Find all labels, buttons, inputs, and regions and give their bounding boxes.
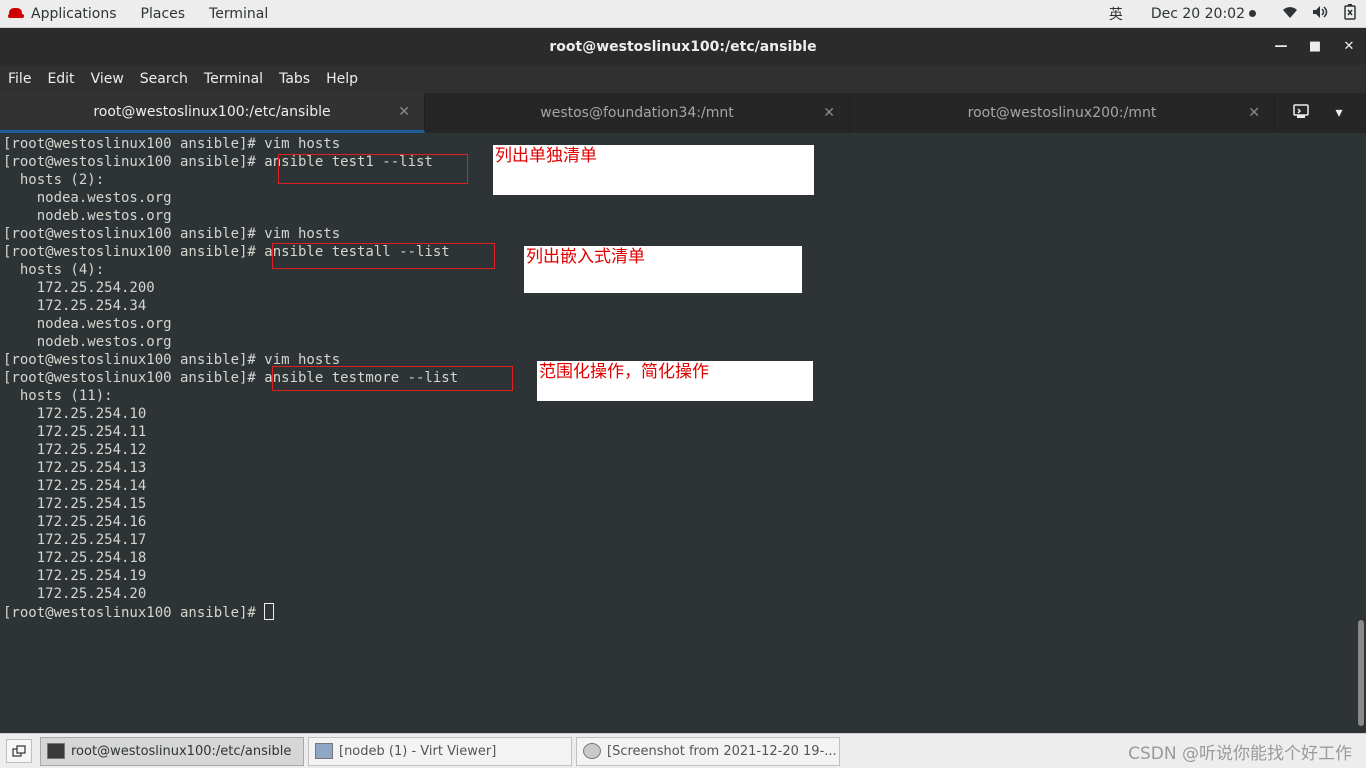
terminal-line: 172.25.254.12 (3, 442, 147, 458)
tab-close-icon[interactable]: ✕ (823, 105, 835, 121)
menu-edit[interactable]: Edit (39, 71, 82, 87)
terminal-line: nodeb.westos.org (3, 208, 172, 224)
terminal-output[interactable]: [root@westoslinux100 ansible]# vim hosts… (0, 133, 1366, 733)
tab-label: root@westoslinux100:/etc/ansible (93, 103, 331, 120)
battery-icon[interactable] (1344, 3, 1356, 24)
menu-tabs[interactable]: Tabs (271, 71, 318, 87)
image-viewer-icon (583, 743, 601, 759)
terminal-line: 172.25.254.19 (3, 568, 147, 584)
taskbar-item-screenshot[interactable]: [Screenshot from 2021-12-20 19-... (576, 736, 840, 766)
applications-label: Applications (31, 5, 117, 22)
notification-dot-icon (1249, 10, 1256, 17)
terminal-cursor (264, 603, 275, 620)
maximize-button[interactable]: ■ (1298, 39, 1332, 54)
close-window-button[interactable]: ✕ (1332, 39, 1366, 54)
window-title: root@westoslinux100:/etc/ansible (549, 38, 817, 55)
terminal-prompt: [root@westoslinux100 ansible]# (3, 605, 265, 621)
terminal-line: nodeb.westos.org (3, 334, 172, 350)
redhat-logo-icon (8, 7, 24, 20)
minimize-button[interactable]: — (1264, 39, 1298, 54)
clock[interactable]: Dec 20 20:02 (1151, 6, 1256, 22)
terminal-line: 172.25.254.11 (3, 424, 147, 440)
tab-label: westos@foundation34:/mnt (540, 105, 734, 121)
highlight-box-testall (272, 243, 495, 269)
clock-text: Dec 20 20:02 (1150, 5, 1245, 22)
terminal-prompt-line[interactable]: [root@westoslinux100 ansible]# (3, 603, 1366, 621)
monitor-icon (315, 743, 333, 759)
terminal-line: nodea.westos.org (3, 316, 172, 332)
terminal-line: 172.25.254.34 (3, 298, 147, 314)
tab-close-icon[interactable]: ✕ (1248, 105, 1260, 121)
tabs-dropdown-chevron-down-icon[interactable]: ▾ (1320, 105, 1358, 121)
places-menu[interactable]: Places (129, 6, 198, 22)
terminal-scrollbar[interactable] (1358, 620, 1364, 726)
gnome-top-bar: Applications Places Terminal 英 Dec 20 20… (0, 0, 1366, 28)
terminal-app-icon (47, 743, 65, 759)
window-title-bar[interactable]: root@westoslinux100:/etc/ansible — ■ ✕ (0, 28, 1366, 65)
tab-bar: root@westoslinux100:/etc/ansible ✕ westo… (0, 93, 1366, 133)
taskbar-item-label: [nodeb (1) - Virt Viewer] (339, 743, 497, 759)
annotation-note-2: 列出嵌入式清单 (524, 246, 802, 293)
taskbar-item-label: [Screenshot from 2021-12-20 19-... (607, 743, 837, 759)
input-method-indicator[interactable]: 英 (1109, 4, 1123, 24)
annotation-note-3: 范围化操作，简化操作 (537, 361, 813, 401)
menu-help[interactable]: Help (318, 71, 366, 87)
menu-terminal[interactable]: Terminal (196, 71, 271, 87)
menu-bar: File Edit View Search Terminal Tabs Help (0, 65, 1366, 93)
terminal-line: 172.25.254.15 (3, 496, 147, 512)
highlight-box-test1 (278, 154, 468, 184)
terminal-line: 172.25.254.14 (3, 478, 147, 494)
taskbar-item-label: root@westoslinux100:/etc/ansible (71, 743, 292, 759)
bottom-taskbar: root@westoslinux100:/etc/ansible [nodeb … (0, 733, 1366, 768)
tab-westos-foundation34[interactable]: westos@foundation34:/mnt ✕ (425, 93, 850, 133)
menu-search[interactable]: Search (132, 71, 196, 87)
tab-root-westoslinux200[interactable]: root@westoslinux200:/mnt ✕ (850, 93, 1275, 133)
terminal-line: 172.25.254.16 (3, 514, 147, 530)
tab-close-icon[interactable]: ✕ (398, 104, 410, 120)
terminal-line: 172.25.254.10 (3, 406, 147, 422)
wifi-icon[interactable] (1282, 5, 1298, 23)
applications-menu[interactable]: Applications (0, 6, 129, 22)
taskbar-item-terminal[interactable]: root@westoslinux100:/etc/ansible (40, 736, 304, 766)
tab-label: root@westoslinux200:/mnt (967, 105, 1157, 121)
terminal-line: 172.25.254.20 (3, 586, 147, 602)
terminal-line: 172.25.254.18 (3, 550, 147, 566)
terminal-line: [root@westoslinux100 ansible]# vim hosts (3, 226, 341, 242)
annotation-note-1: 列出单独清单 (493, 145, 814, 195)
csdn-watermark: CSDN @听说你能找个好工作 (1128, 743, 1352, 764)
highlight-box-testmore (272, 366, 513, 391)
menu-file[interactable]: File (0, 71, 39, 87)
taskbar-item-virt-viewer[interactable]: [nodeb (1) - Virt Viewer] (308, 736, 572, 766)
terminal-app-menu[interactable]: Terminal (197, 6, 280, 22)
volume-icon[interactable] (1312, 5, 1330, 23)
tab-root-westoslinux100[interactable]: root@westoslinux100:/etc/ansible ✕ (0, 93, 425, 133)
menu-view[interactable]: View (83, 71, 132, 87)
terminal-line: 172.25.254.17 (3, 532, 147, 548)
terminal-line: 172.25.254.13 (3, 460, 147, 476)
new-tab-icon[interactable] (1282, 103, 1320, 123)
show-desktop-icon[interactable] (6, 739, 32, 763)
